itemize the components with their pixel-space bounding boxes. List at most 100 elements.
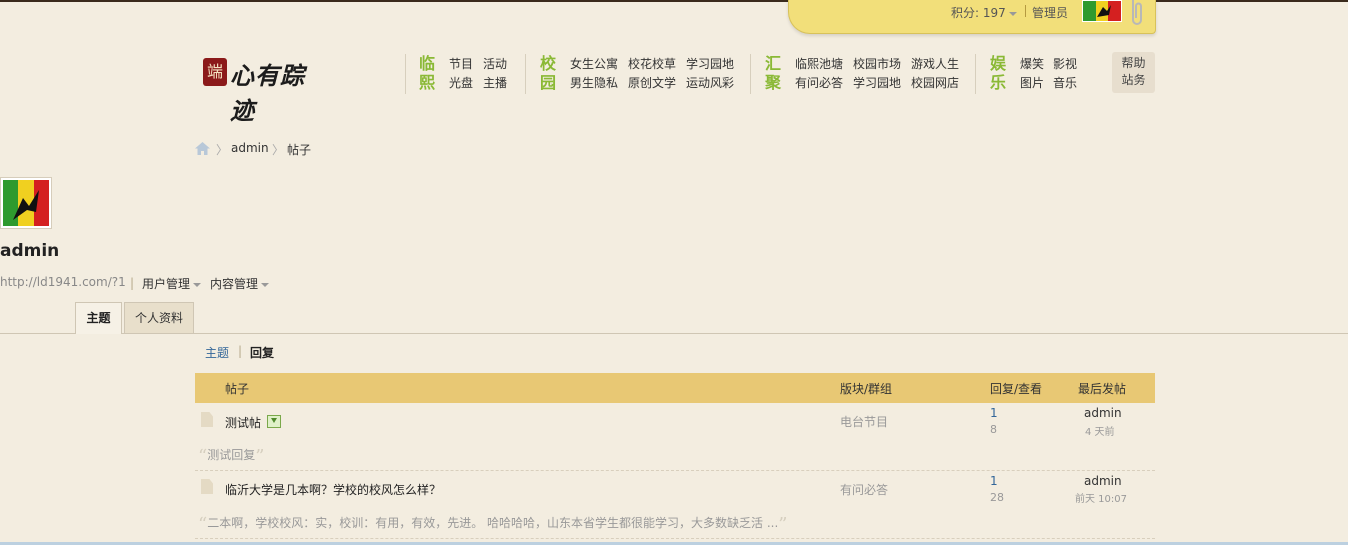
column-header-forum: 版块/群组 bbox=[840, 382, 893, 396]
user-management-dropdown[interactable]: 用户管理 bbox=[142, 275, 202, 292]
last-post-time: 4 天前 bbox=[1085, 427, 1115, 438]
nav-title-char: 娱 bbox=[990, 54, 1007, 73]
nav-link-funny[interactable]: 爆笑 bbox=[1020, 55, 1044, 72]
divider bbox=[1025, 5, 1026, 17]
nav-group-huiju: 汇 聚 临熙池塘 校园市场 游戏人生 有问必答 学习园地 校园网店 bbox=[750, 52, 975, 96]
nav-group-title: 娱 乐 bbox=[990, 54, 1006, 92]
nav-link-movies[interactable]: 影视 bbox=[1053, 55, 1077, 72]
nav-title-char: 园 bbox=[540, 73, 557, 92]
reply-snippet-link[interactable]: “二本啊，学校校风：实，校训：有用，有效，先进。 哈哈哈哈，山东本省学生都很能学… bbox=[198, 514, 787, 535]
breadcrumb-admin[interactable]: admin bbox=[231, 141, 269, 155]
nav-divider bbox=[750, 54, 751, 94]
forum-link[interactable]: 有问必答 bbox=[840, 481, 888, 498]
profile-avatar[interactable] bbox=[0, 177, 52, 229]
nav-link-pictures[interactable]: 图片 bbox=[1020, 74, 1044, 91]
reply-count[interactable]: 1 bbox=[990, 406, 998, 420]
home-icon[interactable] bbox=[195, 142, 210, 155]
image-attachment-icon bbox=[267, 415, 282, 428]
tab-profile[interactable]: 个人资料 bbox=[124, 302, 194, 333]
divider: | bbox=[238, 344, 243, 358]
document-icon bbox=[201, 479, 213, 494]
site-logo[interactable]: 端 心有踪迹 bbox=[200, 56, 320, 125]
admin-link[interactable]: 管理员 bbox=[1032, 4, 1068, 21]
column-header-last-post: 最后发帖 bbox=[1078, 382, 1127, 396]
chevron-down-icon bbox=[1008, 11, 1017, 16]
close-quote-icon: ” bbox=[255, 446, 265, 467]
nav-group-title: 汇 聚 bbox=[765, 54, 781, 92]
score-dropdown[interactable]: 积分: 197 bbox=[951, 4, 1017, 21]
help-label: 帮助 bbox=[1121, 56, 1146, 70]
nav-group-linxi: 临 熙 节目 活动 光盘 主播 bbox=[405, 52, 525, 96]
user-avatar[interactable] bbox=[1082, 0, 1122, 22]
nav-link-girls-dorm[interactable]: 女生公寓 bbox=[570, 55, 618, 72]
reply-count[interactable]: 1 bbox=[990, 474, 998, 488]
breadcrumb-posts[interactable]: 帖子 bbox=[287, 141, 311, 158]
menu-label: 用户管理 bbox=[142, 277, 191, 291]
nav-divider bbox=[975, 54, 976, 94]
column-header-post: 帖子 bbox=[225, 382, 250, 396]
nav-link-zhubo[interactable]: 主播 bbox=[483, 74, 507, 91]
divider: | bbox=[130, 276, 135, 290]
nav-divider bbox=[525, 54, 526, 94]
chevron-down-icon bbox=[261, 282, 270, 287]
paperclip-icon bbox=[1132, 0, 1142, 25]
last-poster-link[interactable]: admin bbox=[1084, 406, 1122, 420]
close-quote-icon: ” bbox=[778, 514, 788, 535]
nav-divider bbox=[405, 54, 406, 94]
table-header: 帖子 版块/群组 回复/查看 最后发帖 bbox=[195, 373, 1155, 403]
column-header-replies-views: 回复/查看 bbox=[990, 382, 1043, 396]
help-label: 站务 bbox=[1121, 73, 1146, 87]
nav-title-char: 汇 bbox=[765, 54, 782, 73]
open-quote-icon: “ bbox=[198, 446, 208, 467]
post-title-link[interactable]: 临沂大学是几本啊？学校的校风怎么样？ bbox=[225, 481, 441, 498]
row-divider bbox=[195, 538, 1155, 539]
nav-title-char: 聚 bbox=[765, 73, 782, 92]
nav-link-study-2[interactable]: 学习园地 bbox=[853, 74, 901, 91]
forum-link[interactable]: 电台节目 bbox=[840, 413, 888, 430]
nav-group-xiaoyuan: 校 园 女生公寓 校花校草 学习园地 男生隐私 原创文学 运动风彩 bbox=[525, 52, 750, 96]
post-title-link[interactable]: 测试帖 bbox=[225, 414, 282, 431]
score-label: 积分: 197 bbox=[951, 6, 1006, 20]
logo-seal: 端 bbox=[203, 58, 227, 86]
nav-link-huodong[interactable]: 活动 bbox=[483, 55, 507, 72]
content-management-dropdown[interactable]: 内容管理 bbox=[210, 275, 270, 292]
logo-text: 心有踪迹 bbox=[230, 61, 305, 125]
nav-link-games[interactable]: 游戏人生 bbox=[911, 55, 959, 72]
nav-group-title: 校 园 bbox=[540, 54, 556, 92]
tab-topics[interactable]: 主题 bbox=[75, 302, 122, 334]
nav-link-music[interactable]: 音乐 bbox=[1053, 74, 1077, 91]
reply-snippet-link[interactable]: “测试回复” bbox=[198, 446, 264, 467]
nav-title-char: 乐 bbox=[990, 73, 1007, 92]
nav-link-qa[interactable]: 有问必答 bbox=[795, 74, 843, 91]
nav-title-char: 临 bbox=[419, 54, 436, 73]
view-count: 28 bbox=[990, 491, 1004, 504]
last-post-time: 前天 10:07 bbox=[1075, 494, 1127, 505]
filter-replies[interactable]: 回复 bbox=[250, 344, 274, 361]
user-info-bar: 积分: 197 管理员 bbox=[788, 0, 1156, 34]
profile-url[interactable]: http://ld1941.com/?1 bbox=[0, 275, 126, 289]
nav-group-title: 临 熙 bbox=[419, 54, 435, 92]
reply-snippet: 二本啊，学校校风：实，校训：有用，有效，先进。 哈哈哈哈，山东本省学生都很能学习… bbox=[207, 516, 779, 530]
nav-link-guangpan[interactable]: 光盘 bbox=[449, 74, 473, 91]
document-icon bbox=[201, 412, 213, 427]
nav-group-yule: 娱 乐 爆笑 影视 图片 音乐 bbox=[975, 52, 1105, 96]
row-divider bbox=[195, 470, 1155, 471]
nav-link-campus-stars[interactable]: 校花校草 bbox=[628, 55, 676, 72]
tabs-baseline bbox=[0, 333, 1348, 334]
nav-link-literature[interactable]: 原创文学 bbox=[628, 74, 676, 91]
open-quote-icon: “ bbox=[198, 514, 208, 535]
nav-link-pond[interactable]: 临熙池塘 bbox=[795, 55, 843, 72]
profile-username: admin bbox=[0, 241, 60, 261]
nav-link-sports[interactable]: 运动风彩 bbox=[686, 74, 734, 91]
breadcrumb-separator: 〉 bbox=[216, 143, 229, 157]
nav-link-study[interactable]: 学习园地 bbox=[686, 55, 734, 72]
nav-link-jiemu[interactable]: 节目 bbox=[449, 55, 473, 72]
filter-topics[interactable]: 主题 bbox=[205, 344, 229, 361]
nav-link-boys-privacy[interactable]: 男生隐私 bbox=[570, 74, 618, 91]
nav-link-shop[interactable]: 校园网店 bbox=[911, 74, 959, 91]
nav-title-char: 熙 bbox=[419, 73, 436, 92]
nav-title-char: 校 bbox=[540, 54, 557, 73]
last-poster-link[interactable]: admin bbox=[1084, 474, 1122, 488]
help-button[interactable]: 帮助 站务 bbox=[1112, 52, 1155, 93]
nav-link-market[interactable]: 校园市场 bbox=[853, 55, 901, 72]
